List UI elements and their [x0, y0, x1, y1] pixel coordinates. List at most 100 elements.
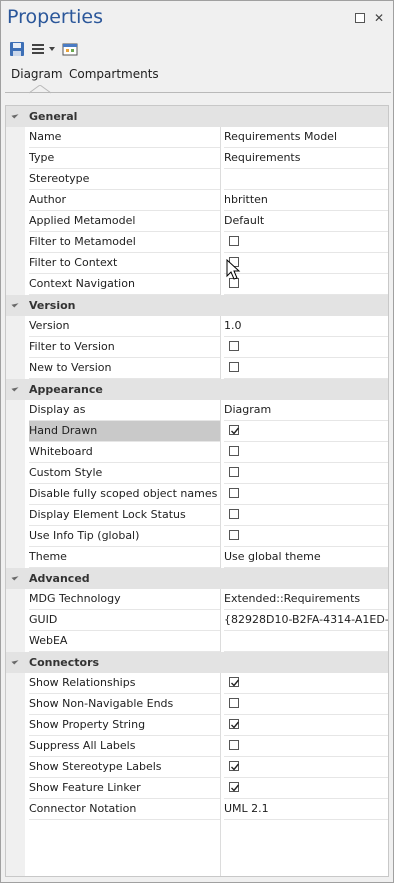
property-row[interactable]: Filter to Version [6, 337, 388, 358]
category-title: General [29, 110, 78, 123]
property-row[interactable]: Type Requirements [6, 148, 388, 169]
property-value[interactable]: Use global theme [224, 547, 388, 568]
property-value-cell [224, 484, 388, 505]
category-title: Appearance [29, 383, 103, 396]
property-name: New to Version [29, 358, 220, 379]
checkbox[interactable] [229, 446, 239, 456]
property-row[interactable]: Display as Diagram [6, 400, 388, 421]
property-row[interactable]: Show Feature Linker [6, 778, 388, 799]
property-value-cell [224, 442, 388, 463]
property-name: Display Element Lock Status [29, 505, 220, 526]
property-name: Suppress All Labels [29, 736, 220, 757]
property-value[interactable]: Requirements Model [224, 127, 388, 148]
property-value[interactable]: hbritten [224, 190, 388, 211]
property-row[interactable]: Applied Metamodel Default [6, 211, 388, 232]
property-row[interactable]: WebEA [6, 631, 388, 652]
property-row[interactable]: Show Property String [6, 715, 388, 736]
property-row[interactable]: Show Non-Navigable Ends [6, 694, 388, 715]
checkbox[interactable] [229, 362, 239, 372]
property-value[interactable]: UML 2.1 [224, 799, 388, 820]
category-title: Connectors [29, 656, 100, 669]
property-row[interactable]: Suppress All Labels [6, 736, 388, 757]
property-value[interactable] [224, 169, 388, 190]
collapse-arrow-icon[interactable] [11, 657, 19, 665]
property-value[interactable]: Default [224, 211, 388, 232]
checkbox[interactable] [229, 467, 239, 477]
category-title: Advanced [29, 572, 90, 585]
property-name: Connector Notation [29, 799, 220, 820]
tab-compartments[interactable]: Compartments [69, 67, 159, 81]
property-row[interactable]: GUID{82928D10-B2FA-4314-A1ED-2... [6, 610, 388, 631]
property-value-cell [224, 505, 388, 526]
checkbox-checked[interactable] [229, 719, 240, 729]
property-name: Context Navigation [29, 274, 220, 295]
property-row[interactable]: Custom Style [6, 463, 388, 484]
checkbox-checked[interactable] [229, 782, 240, 792]
property-row[interactable]: Filter to Metamodel [6, 232, 388, 253]
property-name: Show Non-Navigable Ends [29, 694, 220, 715]
collapse-arrow-icon[interactable] [11, 111, 19, 119]
property-name: Whiteboard [29, 442, 220, 463]
property-row[interactable]: Disable fully scoped object names [6, 484, 388, 505]
category-advanced[interactable]: Advanced [6, 568, 388, 589]
checkbox[interactable] [229, 236, 239, 246]
property-value[interactable]: {82928D10-B2FA-4314-A1ED-2... [224, 610, 388, 631]
tab-diagram[interactable]: Diagram [11, 67, 63, 81]
property-row[interactable]: Stereotype [6, 169, 388, 190]
property-row[interactable]: MDG Technology Extended::Requirements [6, 589, 388, 610]
property-row[interactable]: Version 1.0 [6, 316, 388, 337]
category-title: Version [29, 299, 76, 312]
checkbox[interactable] [229, 488, 239, 498]
property-row[interactable]: Show Relationships [6, 673, 388, 694]
property-row[interactable]: Whiteboard [6, 442, 388, 463]
property-row[interactable]: Use Info Tip (global) [6, 526, 388, 547]
property-value-cell [224, 337, 388, 358]
property-value[interactable]: 1.0 [224, 316, 388, 337]
property-value[interactable]: Diagram [224, 400, 388, 421]
property-row[interactable]: Show Stereotype Labels [6, 757, 388, 778]
checkbox[interactable] [229, 698, 239, 708]
checkbox-checked[interactable] [229, 677, 240, 687]
property-row[interactable]: Filter to Context [6, 253, 388, 274]
collapse-arrow-icon[interactable] [11, 384, 19, 392]
checkbox-checked[interactable] [229, 761, 240, 771]
collapse-arrow-icon[interactable] [11, 300, 19, 308]
property-row[interactable]: New to Version [6, 358, 388, 379]
checkbox[interactable] [229, 740, 239, 750]
category-appearance[interactable]: Appearance [6, 379, 388, 400]
category-version[interactable]: Version [6, 295, 388, 316]
property-value[interactable]: Extended::Requirements [224, 589, 388, 610]
property-name: Disable fully scoped object names [29, 484, 220, 505]
restore-icon[interactable] [353, 11, 367, 25]
property-name: Display as [29, 400, 220, 421]
close-icon[interactable]: ✕ [372, 11, 386, 25]
checkbox[interactable] [229, 509, 239, 519]
property-value[interactable] [224, 631, 388, 652]
diagram-properties-icon[interactable] [62, 40, 78, 58]
checkbox[interactable] [229, 341, 239, 351]
property-row[interactable]: Context Navigation [6, 274, 388, 295]
property-row[interactable]: Hand Drawn [6, 421, 388, 442]
property-value[interactable]: Requirements [224, 148, 388, 169]
property-row[interactable]: Name Requirements Model [6, 127, 388, 148]
dropdown-arrow-icon[interactable] [48, 46, 56, 52]
property-name: Filter to Context [29, 253, 220, 274]
property-name: GUID [29, 610, 220, 631]
save-icon[interactable] [9, 40, 25, 58]
property-row[interactable]: Author hbritten [6, 190, 388, 211]
checkbox-checked[interactable] [229, 425, 240, 435]
property-name: Type [29, 148, 220, 169]
property-value-cell [224, 715, 388, 736]
property-value-cell [224, 757, 388, 778]
property-row[interactable]: Theme Use global theme [6, 547, 388, 568]
category-connectors[interactable]: Connectors [6, 652, 388, 673]
checkbox[interactable] [229, 530, 239, 540]
title-bar: Properties ✕ [1, 1, 393, 37]
property-row[interactable]: Display Element Lock Status [6, 505, 388, 526]
hamburger-menu-icon[interactable] [31, 40, 56, 58]
property-row[interactable]: Connector Notation UML 2.1 [6, 799, 388, 820]
property-name: Show Feature Linker [29, 778, 220, 799]
property-value-cell [224, 463, 388, 484]
category-general[interactable]: General [6, 106, 388, 127]
collapse-arrow-icon[interactable] [11, 573, 19, 581]
